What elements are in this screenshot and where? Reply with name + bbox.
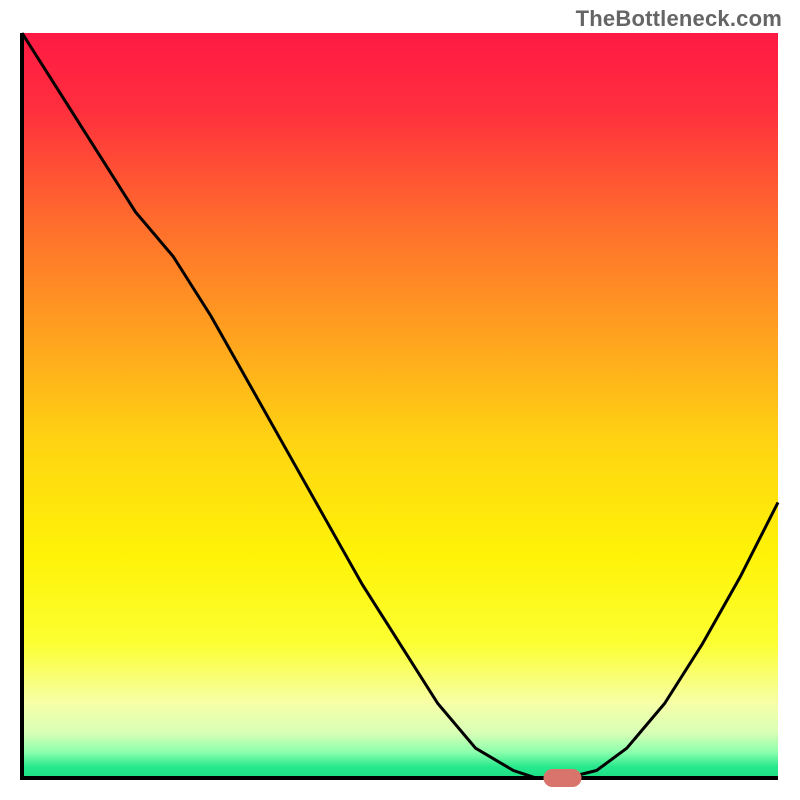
sweet-spot-marker [544,769,582,787]
plot-background [22,33,778,778]
attribution-text: TheBottleneck.com [576,6,782,32]
bottleneck-chart [0,0,800,800]
